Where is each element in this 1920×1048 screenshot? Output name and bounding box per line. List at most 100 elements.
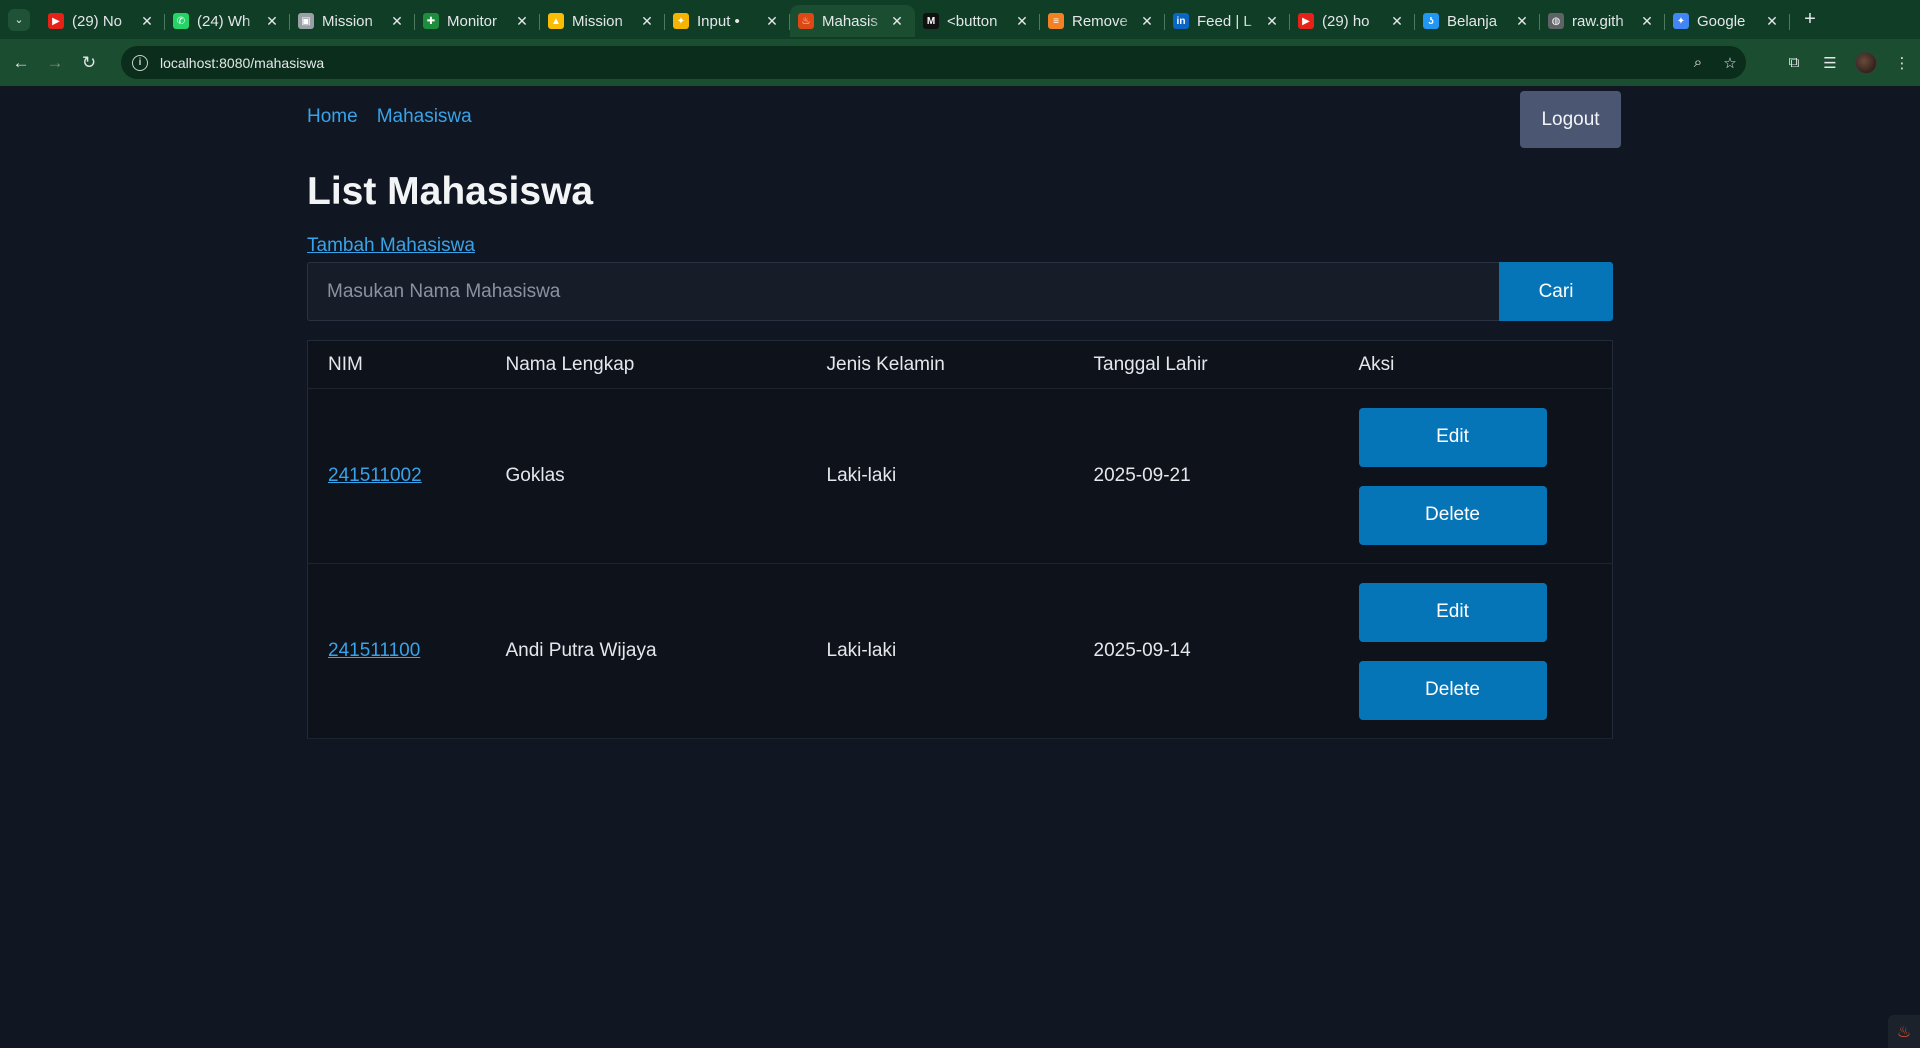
tab-close-icon[interactable]: ✕ (1514, 13, 1530, 30)
browser-tab-title: Belanja (1447, 12, 1498, 30)
browser-tab-title: Input • (697, 12, 740, 30)
forward-arrow-icon[interactable]: → (38, 46, 72, 80)
delete-button[interactable]: Delete (1358, 485, 1547, 545)
logout-button[interactable]: Logout (1520, 91, 1621, 148)
browser-tab[interactable]: ◍ raw.gith ✕ (1540, 5, 1665, 37)
nav-home-link[interactable]: Home (307, 106, 358, 128)
site-info-icon[interactable]: i (132, 54, 148, 71)
browser-tab-title: <button (947, 12, 998, 30)
browser-tab[interactable]: ✦ Input • ✕ (665, 5, 790, 37)
tab-close-icon[interactable]: ✕ (1639, 13, 1655, 30)
address-bar[interactable]: i localhost:8080/mahasiswa ⌕ ☆ (121, 46, 1746, 79)
browser-tab-title: Mission (322, 12, 373, 30)
table-header-row: NIM Nama Lengkap Jenis Kelamin Tanggal L… (307, 340, 1613, 389)
nim-link[interactable]: 241511100 (328, 640, 420, 661)
tab-close-icon[interactable]: ✕ (1389, 13, 1405, 30)
header-nim: NIM (307, 340, 486, 389)
codeigniter-toolbar-flame-icon[interactable]: ♨ (1888, 1015, 1920, 1048)
browser-tab[interactable]: ♨ Mahasis ✕ (790, 5, 915, 37)
top-nav: Home Mahasiswa (307, 106, 472, 128)
tab-close-icon[interactable]: ✕ (389, 13, 405, 30)
edit-button[interactable]: Edit (1358, 582, 1547, 642)
drive-icon: ▲ (548, 13, 564, 29)
nama-cell: Goklas (485, 388, 807, 564)
search-button[interactable]: Cari (1499, 262, 1613, 321)
browser-tab[interactable]: M <button ✕ (915, 5, 1040, 37)
header-aksi: Aksi (1338, 340, 1613, 389)
browser-tab-title: (29) ho (1322, 12, 1370, 30)
browser-tab-title: Mission (572, 12, 623, 30)
tab-search-chevron-icon[interactable]: ⌄ (8, 8, 30, 31)
add-mahasiswa-link[interactable]: Tambah Mahasiswa (307, 235, 475, 257)
jenis-kelamin-cell: Laki-laki (806, 388, 1074, 564)
image-icon: ▣ (298, 13, 314, 29)
reload-icon[interactable]: ↻ (72, 46, 106, 80)
page-title: List Mahasiswa (307, 170, 594, 213)
delete-button[interactable]: Delete (1358, 660, 1547, 720)
bookmark-star-icon[interactable]: ☆ (1714, 49, 1746, 77)
browser-tab[interactable]: ✦ Google ✕ (1665, 5, 1790, 37)
sparkle-icon: ✦ (673, 13, 689, 29)
codeigniter-icon: ♨ (798, 13, 814, 29)
mahasiswa-table: NIM Nama Lengkap Jenis Kelamin Tanggal L… (307, 340, 1613, 739)
browser-tab-title: (24) Wh (197, 12, 251, 30)
tab-close-icon[interactable]: ✕ (1764, 13, 1780, 30)
table-row: 241511100 Andi Putra Wijaya Laki-laki 20… (307, 563, 1613, 739)
gemini-icon: ✦ (1673, 13, 1689, 29)
stackoverflow-icon: ≡ (1048, 13, 1064, 29)
browser-tab-title: Remove (1072, 12, 1128, 30)
browser-tab-title: Feed | L (1197, 12, 1252, 30)
profile-avatar[interactable] (1848, 46, 1884, 79)
shop-icon: ʖ (1423, 13, 1439, 29)
edit-button[interactable]: Edit (1358, 407, 1547, 467)
tab-close-icon[interactable]: ✕ (764, 13, 780, 30)
browser-tab[interactable]: ✚ Monitor ✕ (415, 5, 540, 37)
new-tab-plus-icon[interactable]: + (1796, 6, 1824, 34)
nim-link[interactable]: 241511002 (328, 465, 422, 486)
youtube-icon: ▶ (1298, 13, 1314, 29)
nav-mahasiswa-link[interactable]: Mahasiswa (377, 106, 472, 128)
medium-icon: M (923, 13, 939, 29)
tanggal-lahir-cell: 2025-09-14 (1073, 563, 1339, 739)
browser-tab-title: Monitor (447, 12, 498, 30)
tab-close-icon[interactable]: ✕ (1264, 13, 1280, 30)
url-text[interactable]: localhost:8080/mahasiswa (160, 55, 1682, 71)
media-playlist-icon[interactable]: ☰ (1812, 46, 1848, 79)
linkedin-icon: in (1173, 13, 1189, 29)
header-jenis-kelamin: Jenis Kelamin (806, 340, 1074, 389)
whatsapp-icon: ✆ (173, 13, 189, 29)
tab-separator (1789, 14, 1790, 30)
tab-close-icon[interactable]: ✕ (514, 13, 530, 30)
browser-tab[interactable]: ▶ (29) No ✕ (40, 5, 165, 37)
tanggal-lahir-cell: 2025-09-21 (1073, 388, 1339, 564)
browser-tab[interactable]: ▲ Mission ✕ (540, 5, 665, 37)
search-input[interactable] (307, 262, 1499, 321)
header-tanggal-lahir: Tanggal Lahir (1073, 340, 1339, 389)
browser-menu-icon[interactable]: ⋮ (1884, 46, 1920, 79)
jenis-kelamin-cell: Laki-laki (806, 563, 1074, 739)
tab-close-icon[interactable]: ✕ (889, 13, 905, 30)
browser-tab-title: Google (1697, 12, 1746, 30)
sheets-icon: ✚ (423, 13, 439, 29)
browser-tab-title: Mahasis (822, 12, 878, 30)
back-arrow-icon[interactable]: ← (4, 46, 38, 80)
browser-tab[interactable]: ▶ (29) ho ✕ (1290, 5, 1415, 37)
tab-close-icon[interactable]: ✕ (1014, 13, 1030, 30)
header-nama-lengkap: Nama Lengkap (485, 340, 807, 389)
browser-tab-title: (29) No (72, 12, 123, 30)
tab-close-icon[interactable]: ✕ (264, 13, 280, 30)
browser-tab[interactable]: in Feed | L ✕ (1165, 5, 1290, 37)
tab-close-icon[interactable]: ✕ (139, 13, 155, 30)
aksi-cell: Edit Delete (1338, 563, 1613, 739)
tab-close-icon[interactable]: ✕ (639, 13, 655, 30)
browser-tab[interactable]: ≡ Remove ✕ (1040, 5, 1165, 37)
browser-tab[interactable]: ʖ Belanja ✕ (1415, 5, 1540, 37)
browser-tab-strip: ⌄ ▶ (29) No ✕ ✆ (24) Wh ✕ ▣ Mission ✕ ✚ Monitor ✕ ▲ M… (0, 0, 1920, 39)
zoom-icon[interactable]: ⌕ (1682, 49, 1714, 77)
tab-close-icon[interactable]: ✕ (1139, 13, 1155, 30)
extensions-puzzle-icon[interactable]: ⧉ (1776, 46, 1812, 79)
page-viewport: Home Mahasiswa Logout List Mahasiswa Tam… (0, 86, 1920, 1048)
browser-tab[interactable]: ▣ Mission ✕ (290, 5, 415, 37)
browser-tab[interactable]: ✆ (24) Wh ✕ (165, 5, 290, 37)
search-form: Cari (307, 262, 1613, 321)
